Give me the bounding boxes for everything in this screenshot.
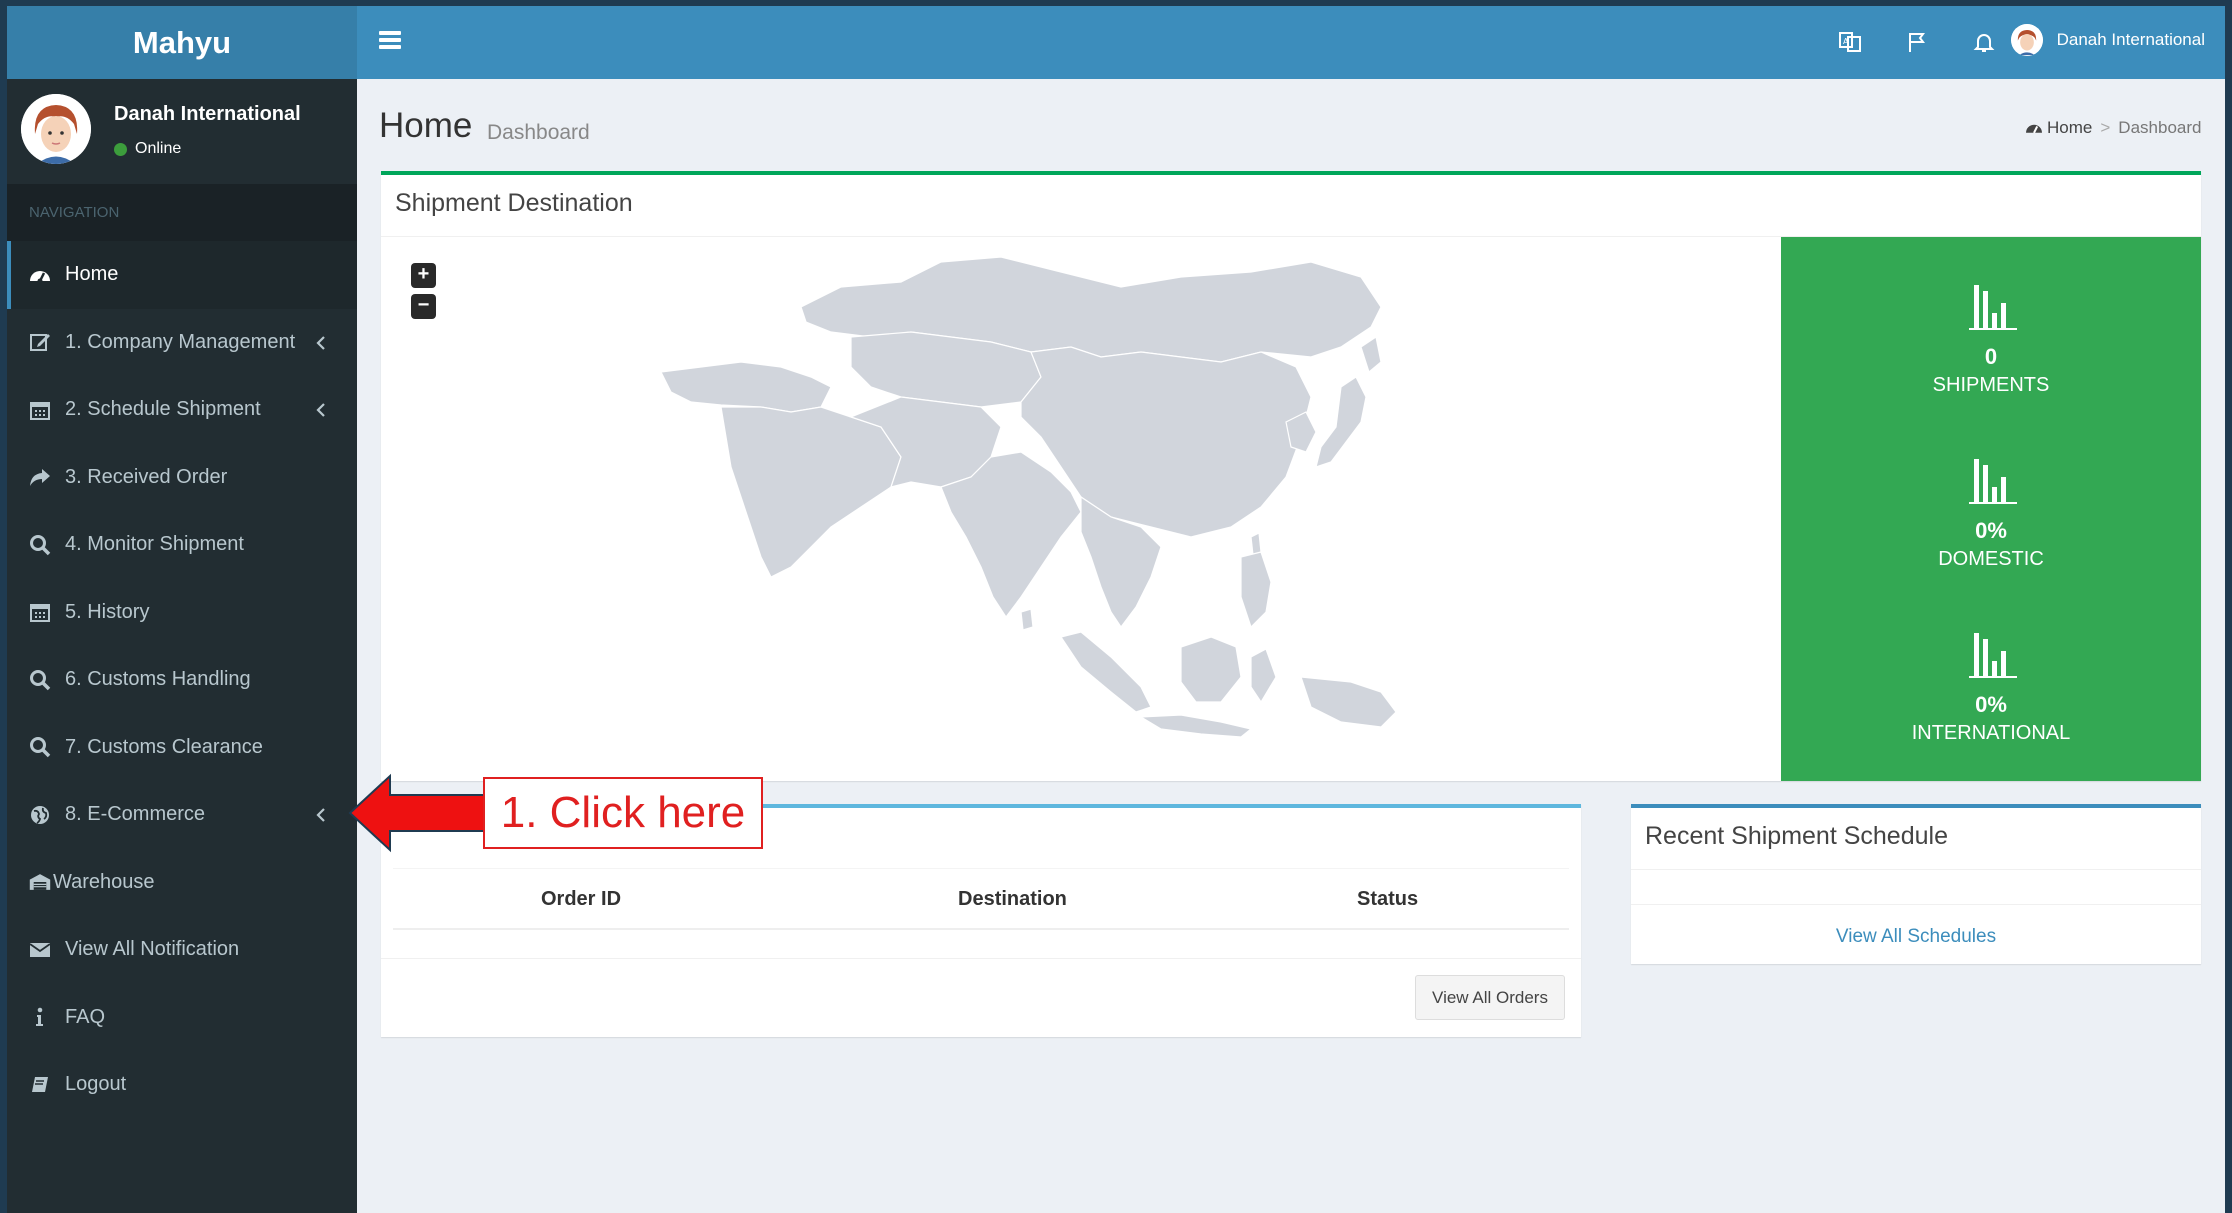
edit-icon [29,331,51,353]
page-title: Home [379,106,473,145]
envelope-icon [29,939,51,961]
divider [381,958,1581,959]
sidebar-item-label: 2. Schedule Shipment [65,398,261,421]
sidebar-item-label: 7. Customs Clearance [65,735,263,758]
stat-value: 0% [1975,692,2007,717]
sidebar-toggle-icon[interactable] [379,31,401,49]
sidebar-item-label: 3. Received Order [65,465,228,488]
sidebar-item-customs-clearance[interactable]: 7. Customs Clearance [7,714,357,782]
asia-map [660,256,1397,738]
sidebar-item-label: Logout [65,1073,127,1096]
sidebar-item-customs-handling[interactable]: 6. Customs Handling [7,646,357,714]
box-title: Shipment Destination [381,175,2201,237]
stat-value: 0% [1975,518,2007,543]
book-icon [29,1074,51,1096]
bar-chart-icon [1969,633,2017,678]
sidebar-item-label: Home [65,263,119,286]
user-name: Danah International [114,103,301,125]
search-icon [29,669,51,691]
stat-international: 0% INTERNATIONAL [1781,627,2201,745]
bell-icon[interactable] [1969,27,1999,57]
breadcrumb-current: Dashboard [2118,118,2202,137]
calendar-icon [29,399,51,421]
search-icon [29,736,51,758]
view-all-schedules-link[interactable]: View All Schedules [1631,926,2201,948]
sidebar-item-faq[interactable]: FAQ [7,984,357,1052]
search-icon [29,534,51,556]
user-panel: Danah International Online [7,79,357,184]
sidebar-item-home[interactable]: Home [7,241,357,309]
sidebar-item-label: 8. E-Commerce [65,803,206,826]
breadcrumb-home[interactable]: Home [2025,118,2092,138]
sidebar-item-e-commerce[interactable]: 8. E-Commerce [7,781,357,849]
column-destination: Destination [958,888,1067,910]
calendar-icon [29,601,51,623]
callout-arrow-icon [348,773,488,853]
flag-icon[interactable] [1902,27,1932,57]
brand-logo[interactable]: Mahyu [7,6,357,79]
view-all-orders-button[interactable]: View All Orders [1415,975,1565,1020]
page-subtitle: Dashboard [487,121,590,144]
sidebar-item-label: 5. History [65,600,150,623]
divider [1631,904,2201,905]
chevron-left-icon [316,808,325,822]
stat-label: INTERNATIONAL [1911,722,2071,744]
dashboard-icon [2026,124,2042,134]
breadcrumb-separator: > [2100,118,2111,137]
online-dot-icon [114,142,127,156]
sidebar-item-received-order[interactable]: 3. Received Order [7,444,357,512]
sidebar-item-label: Warehouse [53,870,155,893]
topbar-user-name: Danah International [2056,30,2205,49]
stat-value: 0 [1984,344,1998,369]
column-status: Status [1357,888,1419,910]
sidebar-item-label: 1. Company Management [65,330,296,353]
sidebar-item-label: FAQ [65,1005,106,1028]
svg-text:A: A [1843,37,1849,46]
share-icon [29,466,51,488]
chevron-left-icon [316,335,325,350]
breadcrumb-home-label: Home [2047,118,2093,137]
click-here-callout: 1. Click here [483,777,763,849]
sidebar-item-label: View All Notification [65,938,240,961]
user-avatar [2010,24,2043,56]
top-navbar: A Danah International [357,6,2225,79]
shipment-stats-panel: 0 SHIPMENTS 0% DOMESTIC 0% INTERNATIONAL [1781,237,2201,781]
app-window: Mahyu A Danah International Danah Intern… [7,6,2225,1213]
sidebar-item-label: 6. Customs Handling [65,668,251,691]
stat-domestic: 0% DOMESTIC [1781,453,2201,571]
warehouse-icon [29,871,51,893]
sidebar-item-warehouse[interactable]: Warehouse [7,849,357,917]
stat-label: SHIPMENTS [1932,374,2050,396]
info-icon [29,1006,51,1028]
breadcrumb: Home > Dashboard [2025,118,2225,138]
main-content: Home Dashboard Home > Dashboard Shipment… [357,79,2225,1213]
sidebar-item-view-all-notification[interactable]: View All Notification [7,916,357,984]
language-icon[interactable]: A [1835,27,1865,57]
user-menu[interactable]: Danah International [2010,20,2205,60]
bar-chart-icon [1969,285,2017,330]
user-status: Online [114,140,181,158]
sidebar-item-label: 4. Monitor Shipment [65,533,244,556]
orders-table-header: Order ID Destination Status [393,868,1569,930]
sidebar: Danah International Online NAVIGATION Ho… [7,79,357,1213]
sidebar-item-logout[interactable]: Logout [7,1051,357,1119]
sidebar-item-history[interactable]: 5. History [7,579,357,647]
recent-shipment-box: Recent Shipment Schedule View All Schedu… [1631,804,2201,964]
column-order-id: Order ID [541,888,622,910]
bar-chart-icon [1969,459,2017,504]
sidebar-item-monitor-shipment[interactable]: 4. Monitor Shipment [7,511,357,579]
sidebar-item-company-management[interactable]: 1. Company Management [7,309,357,377]
globe-icon [29,804,51,826]
world-map[interactable]: + − [381,237,1781,781]
shipment-destination-box: Shipment Destination + − 0 SHIPMENTS 0% … [381,171,2201,781]
avatar [21,94,91,164]
stat-shipments: 0 SHIPMENTS [1781,279,2201,397]
sidebar-item-schedule-shipment[interactable]: 2. Schedule Shipment [7,376,357,444]
stat-label: DOMESTIC [1938,548,2044,570]
box-title: Recent Shipment Schedule [1631,808,2201,870]
chevron-left-icon [316,403,325,417]
user-status-label: Online [135,140,182,157]
dashboard-icon [29,264,51,286]
nav-header: NAVIGATION [7,184,357,241]
